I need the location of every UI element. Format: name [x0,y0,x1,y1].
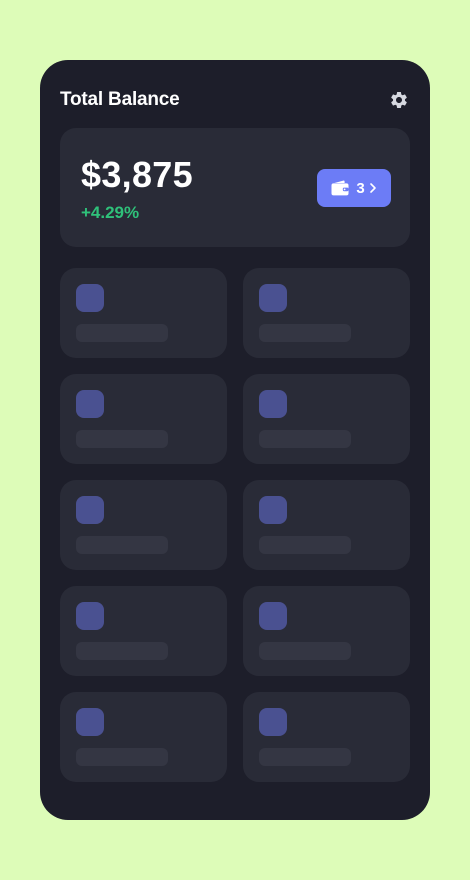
page-title: Total Balance [60,89,180,110]
header: Total Balance [60,88,410,112]
asset-label-placeholder [259,324,351,342]
asset-icon-placeholder [259,602,287,630]
asset-label-placeholder [76,536,168,554]
wallet-icon [331,180,349,196]
asset-tile[interactable] [243,586,410,676]
asset-label-placeholder [259,748,351,766]
app-screen: Total Balance $3,875 +4.29% 3 [40,60,430,820]
asset-tile[interactable] [60,586,227,676]
chevron-right-icon [369,182,377,194]
asset-label-placeholder [76,430,168,448]
balance-amount: $3,875 [81,154,193,195]
asset-label-placeholder [76,642,168,660]
asset-tile[interactable] [243,374,410,464]
asset-label-placeholder [76,748,168,766]
asset-icon-placeholder [76,496,104,524]
asset-icon-placeholder [76,708,104,736]
asset-icon-placeholder [259,708,287,736]
asset-tile[interactable] [60,480,227,570]
asset-icon-placeholder [76,390,104,418]
gear-icon [391,92,407,108]
asset-tile[interactable] [243,268,410,358]
asset-label-placeholder [76,324,168,342]
asset-icon-placeholder [259,496,287,524]
asset-icon-placeholder [76,284,104,312]
asset-tile[interactable] [60,692,227,782]
settings-button[interactable] [388,89,410,111]
asset-label-placeholder [259,536,351,554]
asset-tile[interactable] [60,374,227,464]
asset-icon-placeholder [259,390,287,418]
asset-icon-placeholder [76,602,104,630]
wallets-button[interactable]: 3 [317,169,391,207]
asset-tile[interactable] [243,692,410,782]
wallet-count: 3 [356,179,365,197]
balance-change: +4.29% [81,203,140,222]
asset-tile[interactable] [60,268,227,358]
asset-icon-placeholder [259,284,287,312]
asset-label-placeholder [259,430,351,448]
asset-grid [60,268,410,782]
asset-tile[interactable] [243,480,410,570]
asset-label-placeholder [259,642,351,660]
balance-card: $3,875 +4.29% 3 [60,128,410,247]
